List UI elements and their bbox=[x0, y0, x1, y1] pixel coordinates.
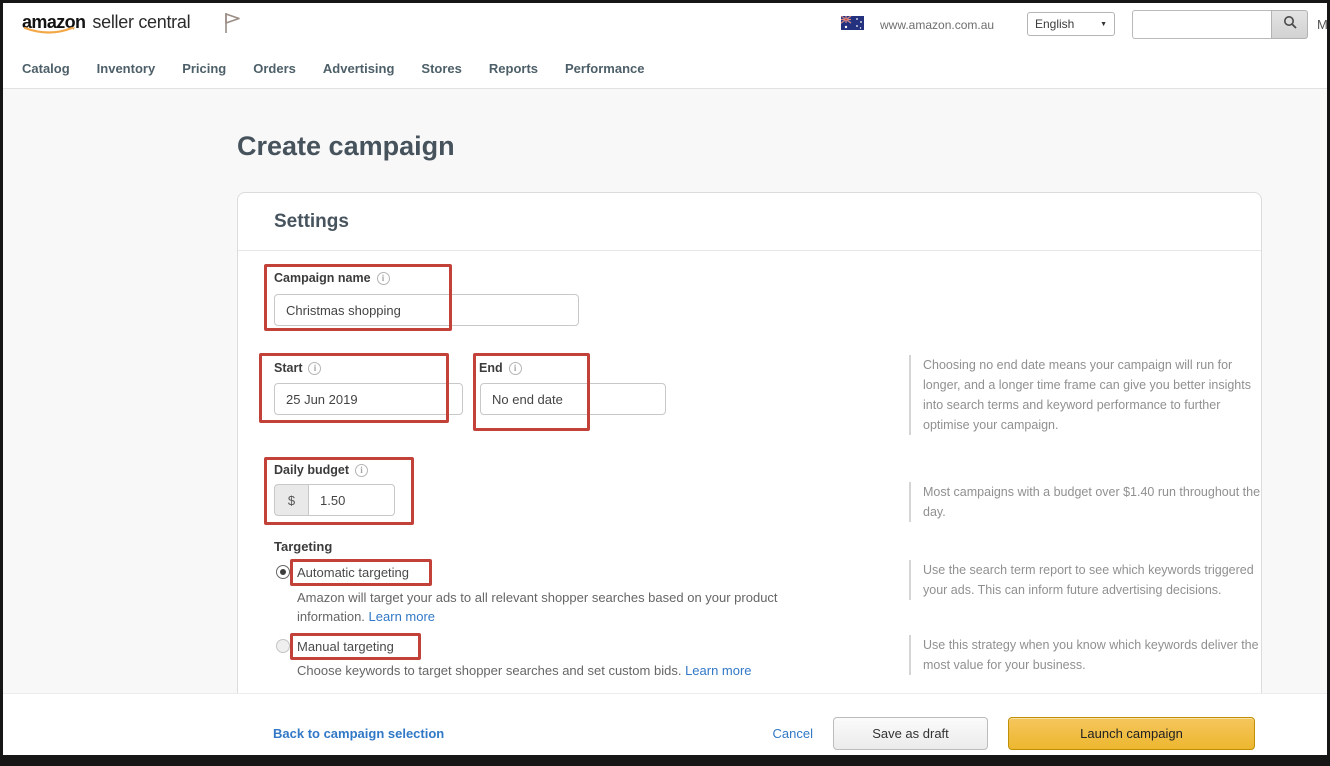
settings-card: Settings Campaign name i Start i End i bbox=[237, 192, 1262, 704]
top-header-bar: amazon seller central bbox=[3, 3, 1327, 48]
info-icon[interactable]: i bbox=[355, 464, 368, 477]
cancel-link[interactable]: Cancel bbox=[773, 726, 813, 741]
manual-targeting-description: Choose keywords to target shopper search… bbox=[297, 661, 897, 680]
nav-item-inventory[interactable]: Inventory bbox=[97, 61, 156, 76]
language-selected-value: English bbox=[1035, 17, 1074, 31]
chevron-down-icon: ▼ bbox=[1100, 21, 1107, 28]
settings-card-header: Settings bbox=[238, 193, 1261, 251]
help-text-automatic: Use the search term report to see which … bbox=[909, 560, 1261, 600]
nav-item-reports[interactable]: Reports bbox=[489, 61, 538, 76]
footer-actions: Cancel Save as draft Launch campaign bbox=[773, 717, 1255, 750]
help-text-end-date: Choosing no end date means your campaign… bbox=[909, 355, 1261, 435]
info-icon[interactable]: i bbox=[308, 362, 321, 375]
australia-flag-icon bbox=[841, 16, 864, 30]
end-date-input[interactable] bbox=[480, 383, 666, 415]
daily-budget-group: $ bbox=[274, 484, 395, 516]
daily-budget-label: Daily budget i bbox=[274, 463, 368, 477]
start-date-input[interactable] bbox=[274, 383, 463, 415]
learn-more-link-automatic[interactable]: Learn more bbox=[369, 609, 435, 624]
app-window: amazon seller central bbox=[0, 0, 1330, 766]
learn-more-link-manual[interactable]: Learn more bbox=[685, 663, 751, 678]
header-search bbox=[1132, 10, 1308, 39]
automatic-targeting-option[interactable]: Automatic targeting bbox=[297, 565, 409, 580]
seller-central-logo-text: seller central bbox=[92, 12, 190, 33]
marketplace-domain: www.amazon.com.au bbox=[880, 18, 994, 32]
automatic-targeting-radio[interactable] bbox=[276, 565, 290, 579]
nav-item-pricing[interactable]: Pricing bbox=[182, 61, 226, 76]
launch-campaign-button[interactable]: Launch campaign bbox=[1008, 717, 1255, 750]
info-icon[interactable]: i bbox=[377, 272, 390, 285]
main-content: Create campaign Settings Campaign name i… bbox=[3, 89, 1327, 755]
pennant-flag-icon bbox=[222, 11, 242, 40]
search-icon bbox=[1283, 15, 1297, 34]
manual-targeting-radio[interactable] bbox=[276, 639, 290, 653]
targeting-label: Targeting bbox=[274, 539, 332, 554]
back-to-campaign-selection-link[interactable]: Back to campaign selection bbox=[273, 717, 444, 750]
daily-budget-input[interactable] bbox=[309, 484, 395, 516]
campaign-name-input[interactable] bbox=[274, 294, 579, 326]
automatic-targeting-description: Amazon will target your ads to all relev… bbox=[297, 588, 845, 626]
search-button[interactable] bbox=[1271, 10, 1308, 39]
settings-heading: Settings bbox=[274, 211, 349, 233]
manual-targeting-option[interactable]: Manual targeting bbox=[297, 639, 394, 654]
info-icon[interactable]: i bbox=[509, 362, 522, 375]
nav-item-performance[interactable]: Performance bbox=[565, 61, 644, 76]
help-text-budget: Most campaigns with a budget over $1.40 … bbox=[909, 482, 1261, 522]
end-date-label: End i bbox=[479, 361, 522, 375]
language-selector[interactable]: English ▼ bbox=[1027, 12, 1115, 36]
nav-item-stores[interactable]: Stores bbox=[421, 61, 461, 76]
main-navigation: Catalog Inventory Pricing Orders Adverti… bbox=[3, 48, 1327, 89]
start-date-label: Start i bbox=[274, 361, 321, 375]
help-text-manual: Use this strategy when you know which ke… bbox=[909, 635, 1261, 675]
nav-item-advertising[interactable]: Advertising bbox=[323, 61, 395, 76]
save-as-draft-button[interactable]: Save as draft bbox=[833, 717, 988, 750]
seller-central-logo[interactable]: amazon seller central bbox=[22, 12, 190, 33]
nav-item-orders[interactable]: Orders bbox=[253, 61, 296, 76]
nav-item-catalog[interactable]: Catalog bbox=[22, 61, 70, 76]
page-title: Create campaign bbox=[237, 131, 455, 162]
campaign-name-label: Campaign name i bbox=[274, 271, 390, 285]
header-truncated-text: M bbox=[1317, 17, 1328, 32]
currency-prefix: $ bbox=[274, 484, 309, 516]
action-footer: Back to campaign selection Cancel Save a… bbox=[3, 693, 1327, 755]
search-input[interactable] bbox=[1132, 10, 1271, 39]
